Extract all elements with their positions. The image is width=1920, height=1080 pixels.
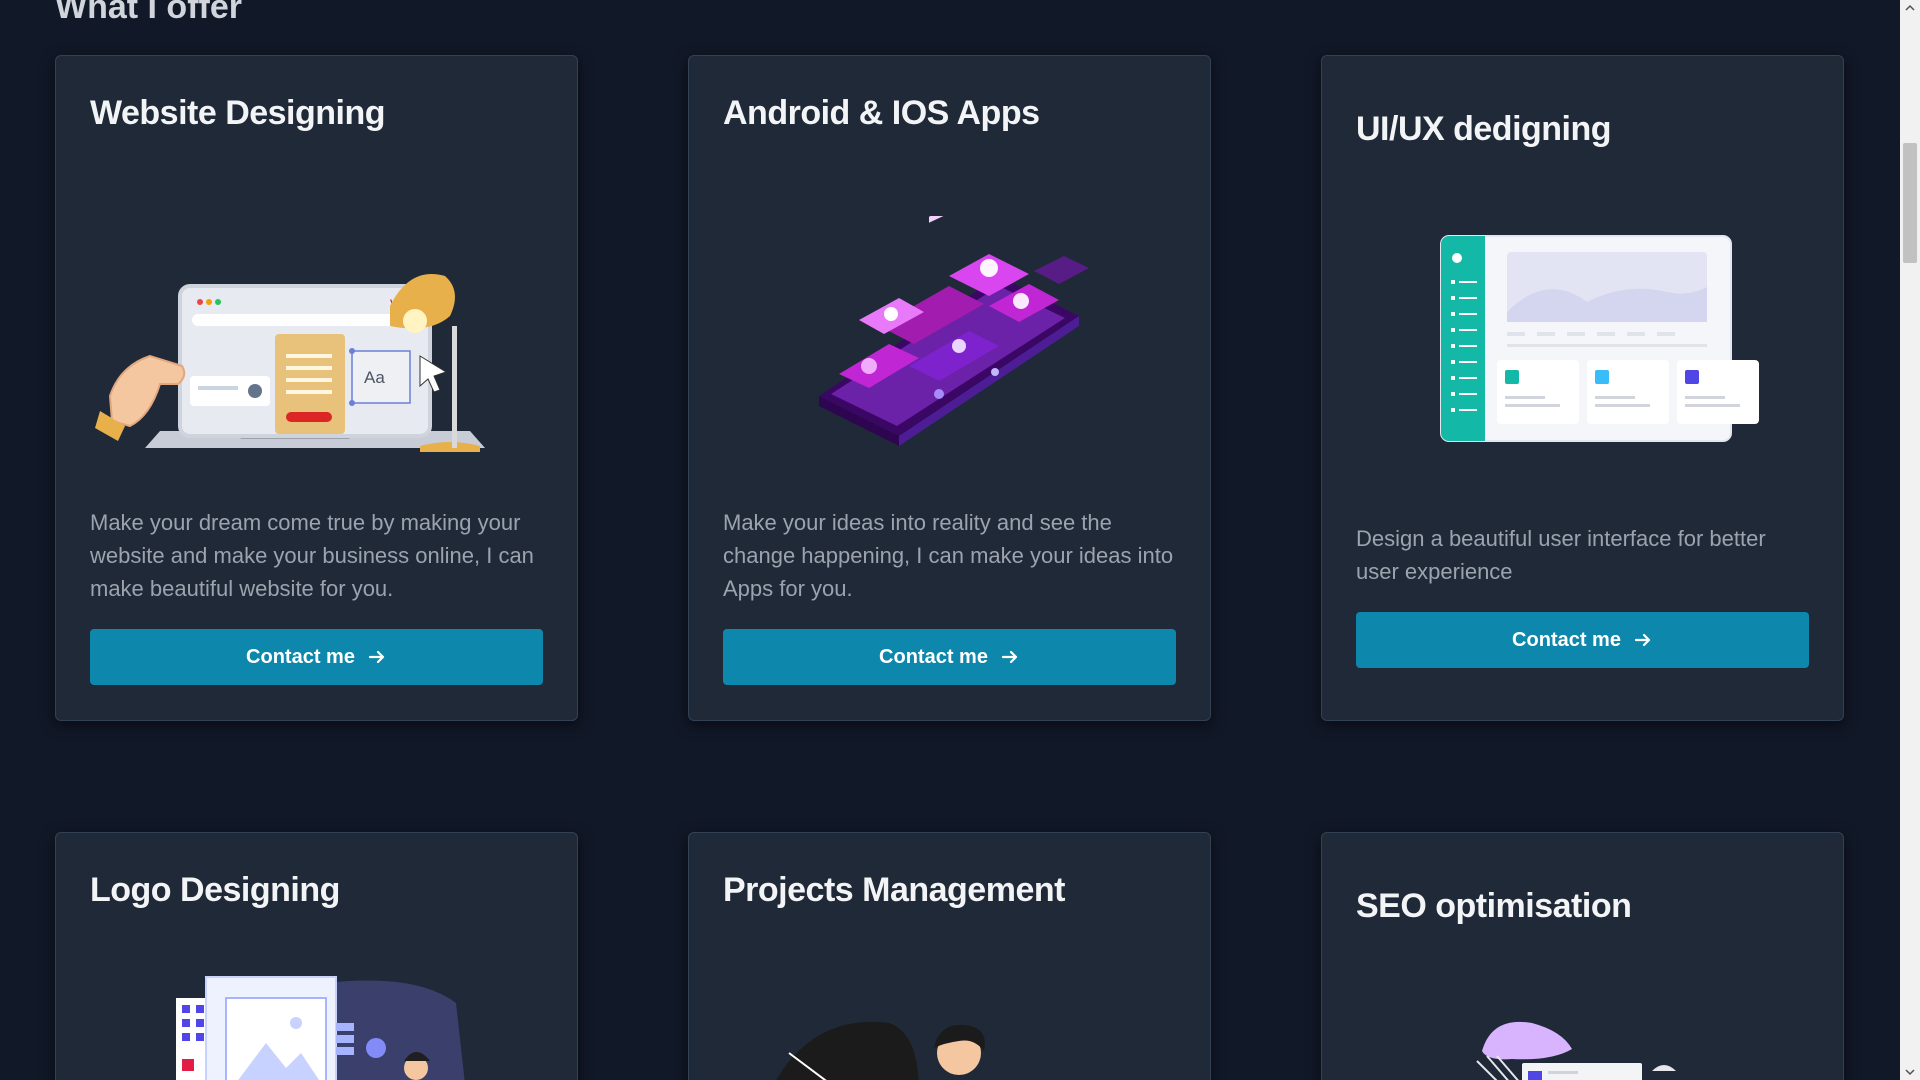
contact-button-label: Contact me — [879, 645, 988, 668]
contact-me-button[interactable]: Contact me — [1356, 612, 1809, 668]
service-card-apps: Android & IOS Apps Make your ideas into … — [688, 55, 1211, 721]
card-title: Android & IOS Apps — [723, 94, 1040, 132]
uiux-design-illustration — [1437, 232, 1767, 467]
project-management-illustration — [769, 1013, 1029, 1080]
arrow-right-icon — [1001, 650, 1018, 664]
seo-illustration — [1472, 1011, 1712, 1080]
section-title: What I offer — [55, 0, 242, 26]
service-card-website: Website Designing Vivi — [55, 55, 578, 721]
contact-me-button[interactable]: Contact me — [90, 629, 543, 685]
service-card-seo: SEO optimisation — [1321, 832, 1844, 1080]
vertical-scrollbar[interactable] — [1900, 0, 1920, 1080]
card-description: Make your ideas into reality and see the… — [723, 510, 1174, 601]
page: What I offer Website Designing Vivi — [0, 0, 1920, 1080]
mobile-apps-illustration — [759, 198, 1139, 471]
arrow-right-icon — [368, 650, 385, 664]
scroll-thumb[interactable] — [1903, 143, 1917, 263]
logo-design-illustration — [176, 973, 476, 1080]
card-title: Logo Designing — [90, 871, 340, 909]
contact-me-button[interactable]: Contact me — [723, 629, 1176, 685]
card-description: Design a beautiful user interface for be… — [1356, 526, 1766, 584]
card-title: Website Designing — [90, 94, 386, 132]
arrow-right-icon — [1634, 633, 1651, 647]
card-title: Projects Management — [723, 871, 1065, 909]
card-title: UI/UX dedigning — [1356, 110, 1612, 148]
scroll-down-icon[interactable] — [1900, 1064, 1920, 1080]
card-title: SEO optimisation — [1356, 887, 1632, 925]
service-card-projects: Projects Management — [688, 832, 1211, 1080]
contact-button-label: Contact me — [1512, 628, 1621, 651]
card-description: Make your dream come true by making your… — [90, 510, 534, 601]
scroll-up-icon[interactable] — [1900, 0, 1920, 16]
service-card-uiux: UI/UX dedigning Design a beautiful user … — [1321, 55, 1844, 721]
service-card-logo: Logo Designing — [55, 832, 578, 1080]
website-design-illustration: Vivi Aa — [90, 216, 510, 461]
contact-button-label: Contact me — [246, 645, 355, 668]
svg-text:Aa: Aa — [364, 368, 385, 387]
